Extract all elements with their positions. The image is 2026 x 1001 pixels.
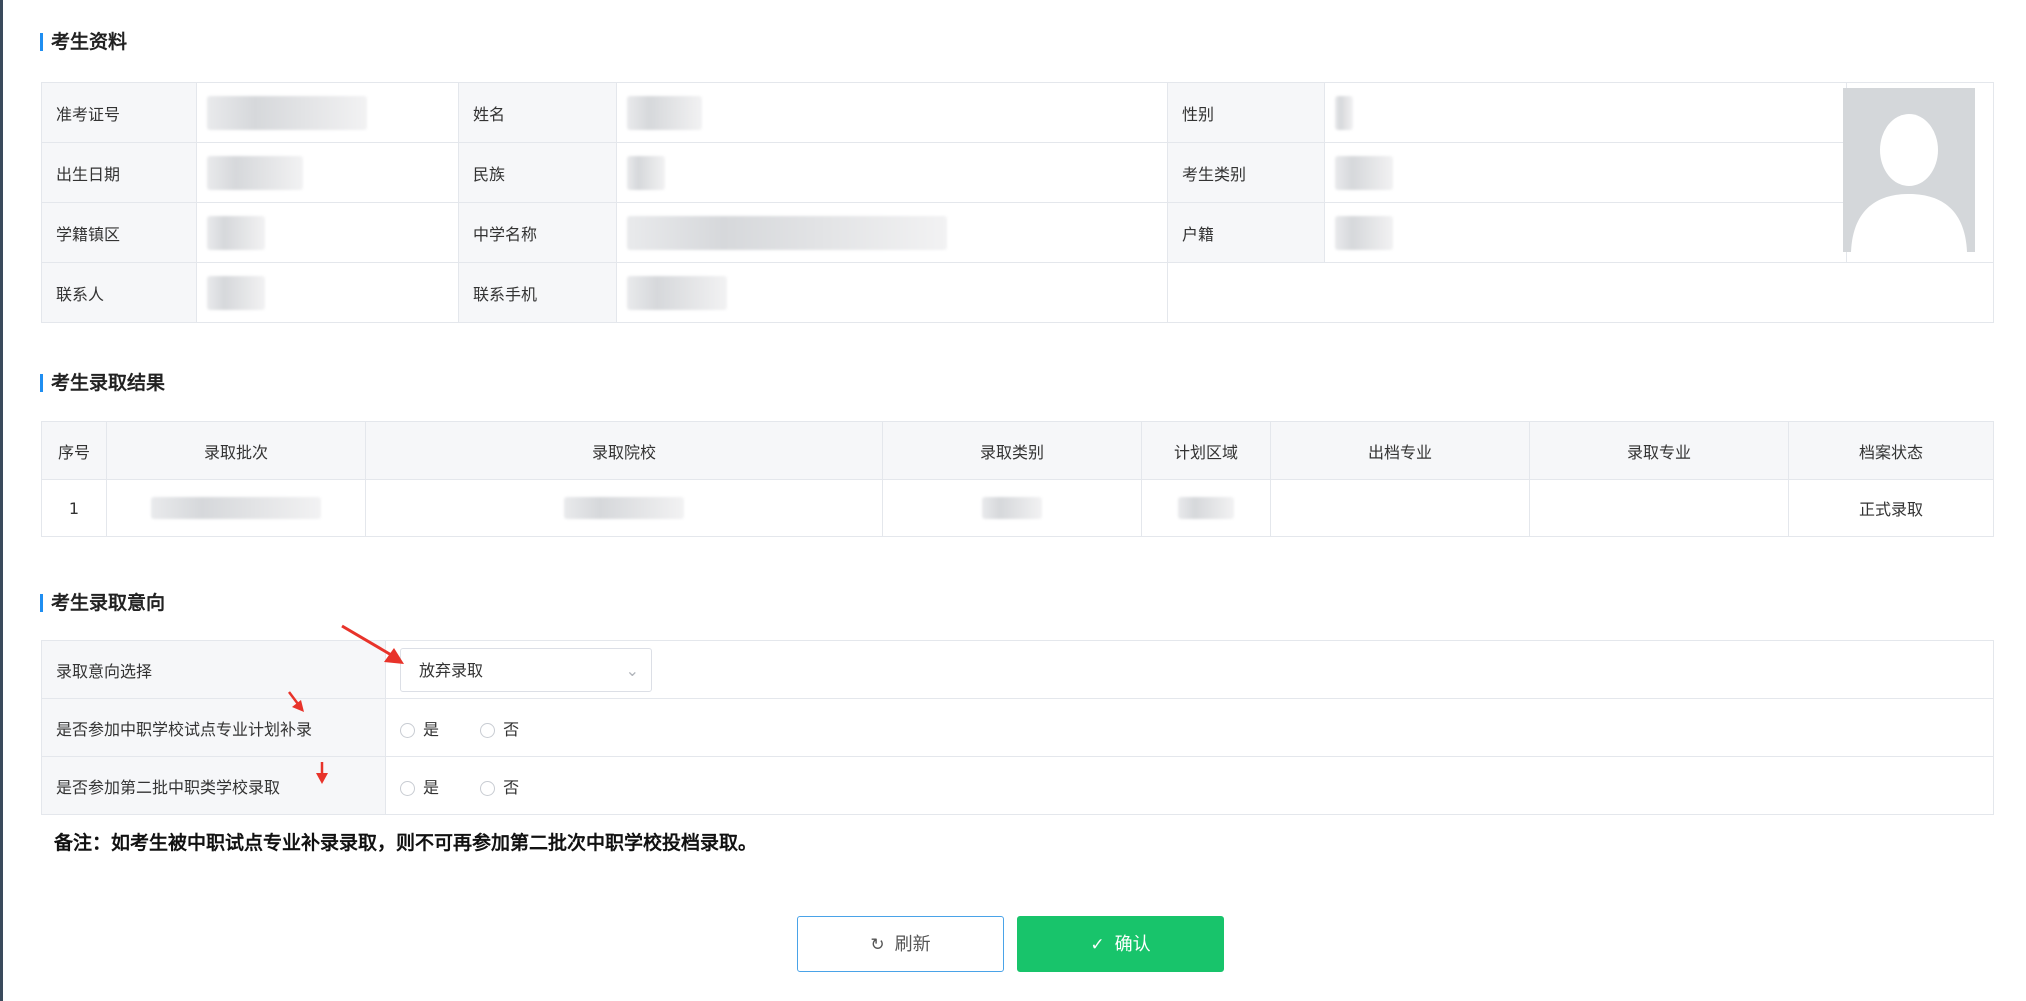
col-header-file-status: 档案状态	[1788, 421, 1994, 480]
col-header-index: 序号	[41, 421, 107, 480]
name-label: 姓名	[458, 82, 617, 143]
student-info-table: 准考证号 姓名 性别 出生日期 民族 考生类别 学籍镇区 中学名称 户籍 联系人…	[41, 82, 1994, 323]
radio-circle[interactable]	[480, 722, 496, 738]
row-file-major	[1270, 479, 1530, 537]
col-header-admitted-major: 录取专业	[1529, 421, 1789, 480]
birth-label: 出生日期	[41, 142, 197, 203]
refresh-button-label: 刷新	[894, 934, 931, 955]
table-header-row: 序号 录取批次 录取院校 录取类别 计划区域 出档专业 录取专业 档案状态	[41, 421, 1994, 480]
edit-check-icon: ✓	[1090, 935, 1105, 955]
admission-result-table: 序号 录取批次 录取院校 录取类别 计划区域 出档专业 录取专业 档案状态 1 …	[41, 421, 1994, 537]
section-title-text: 考生资料	[51, 31, 128, 53]
radio-label: 是	[423, 777, 440, 797]
empty-cell	[1167, 262, 1994, 323]
user-silhouette-icon	[1851, 114, 1967, 252]
gender-value	[1324, 82, 1847, 143]
second-batch-label: 是否参加第二批中职类学校录取	[41, 756, 386, 815]
table-row: 1 正式录取	[41, 479, 1994, 537]
radio-circle[interactable]	[480, 780, 496, 796]
chevron-down-icon: ⌄	[625, 660, 639, 680]
intent-choice-label: 录取意向选择	[41, 640, 386, 699]
second-batch-no-radio[interactable]: 否	[480, 774, 519, 798]
annotation-arrow-icon	[288, 691, 304, 712]
household-value	[1324, 202, 1847, 263]
radio-label: 否	[503, 777, 520, 797]
phone-label: 联系手机	[458, 262, 617, 323]
refresh-icon: ↻	[870, 935, 885, 955]
row-index: 1	[41, 479, 107, 537]
ethnicity-label: 民族	[458, 142, 617, 203]
district-label: 学籍镇区	[41, 202, 197, 263]
col-header-region: 计划区域	[1141, 421, 1271, 480]
row-status: 正式录取	[1788, 479, 1994, 537]
contact-value	[196, 262, 459, 323]
phone-value	[616, 262, 1168, 323]
intent-select[interactable]: 放弃录取 ⌄	[400, 647, 652, 692]
window-edge	[0, 0, 3, 1001]
radio-circle[interactable]	[400, 722, 415, 738]
supplement-label: 是否参加中职学校试点专业计划补录	[41, 698, 386, 757]
intent-choice-cell: 放弃录取 ⌄	[385, 640, 1994, 699]
row-batch	[106, 479, 366, 537]
ethnicity-value	[616, 142, 1168, 203]
col-header-file-major: 出档专业	[1270, 421, 1530, 480]
annotation-arrow-icon	[316, 762, 328, 784]
refresh-button[interactable]: ↻ 刷新	[797, 916, 1004, 972]
admission-no-value	[196, 82, 459, 143]
supplement-options: 是 否	[385, 698, 1994, 757]
row-region	[1141, 479, 1271, 537]
section-accent-bar	[40, 594, 43, 612]
radio-label: 是	[423, 719, 440, 739]
admission-no-label: 准考证号	[41, 82, 197, 143]
category-label: 考生类别	[1167, 142, 1325, 203]
category-value	[1324, 142, 1847, 203]
name-value	[616, 82, 1168, 143]
intent-select-value: 放弃录取	[419, 660, 484, 680]
radio-circle[interactable]	[400, 780, 415, 796]
birth-value	[196, 142, 459, 203]
section-title-info: 考生资料	[40, 29, 127, 55]
avatar-photo	[1843, 88, 1975, 252]
radio-label: 否	[503, 719, 520, 739]
section-title-result: 考生录取结果	[40, 370, 165, 396]
note-text: 备注：如考生被中职试点专业补录录取，则不可再参加第二批次中职学校投档录取。	[54, 832, 758, 854]
section-title-intent: 考生录取意向	[40, 590, 165, 616]
row-admitted-major	[1529, 479, 1789, 537]
section-title-text: 考生录取结果	[51, 372, 166, 394]
section-title-text: 考生录取意向	[51, 592, 166, 614]
admission-intent-table: 录取意向选择 放弃录取 ⌄ 是否参加中职学校试点专业计划补录 是 否 是否参加第…	[41, 640, 1994, 815]
col-header-category: 录取类别	[882, 421, 1142, 480]
school-label: 中学名称	[458, 202, 617, 263]
supplement-no-radio[interactable]: 否	[480, 716, 519, 740]
household-label: 户籍	[1167, 202, 1325, 263]
row-school	[365, 479, 883, 537]
gender-label: 性别	[1167, 82, 1325, 143]
col-header-school: 录取院校	[365, 421, 883, 480]
confirm-button-label: 确认	[1114, 934, 1151, 955]
section-accent-bar	[40, 33, 43, 51]
supplement-yes-radio[interactable]: 是	[400, 716, 439, 740]
school-value	[616, 202, 1168, 263]
row-category	[882, 479, 1142, 537]
district-value	[196, 202, 459, 263]
confirm-button[interactable]: ✓ 确认	[1017, 916, 1224, 972]
section-accent-bar	[40, 374, 43, 392]
second-batch-options: 是 否	[385, 756, 1994, 815]
col-header-batch: 录取批次	[106, 421, 366, 480]
annotation-arrow-icon	[341, 624, 404, 664]
second-batch-yes-radio[interactable]: 是	[400, 774, 439, 798]
contact-label: 联系人	[41, 262, 197, 323]
